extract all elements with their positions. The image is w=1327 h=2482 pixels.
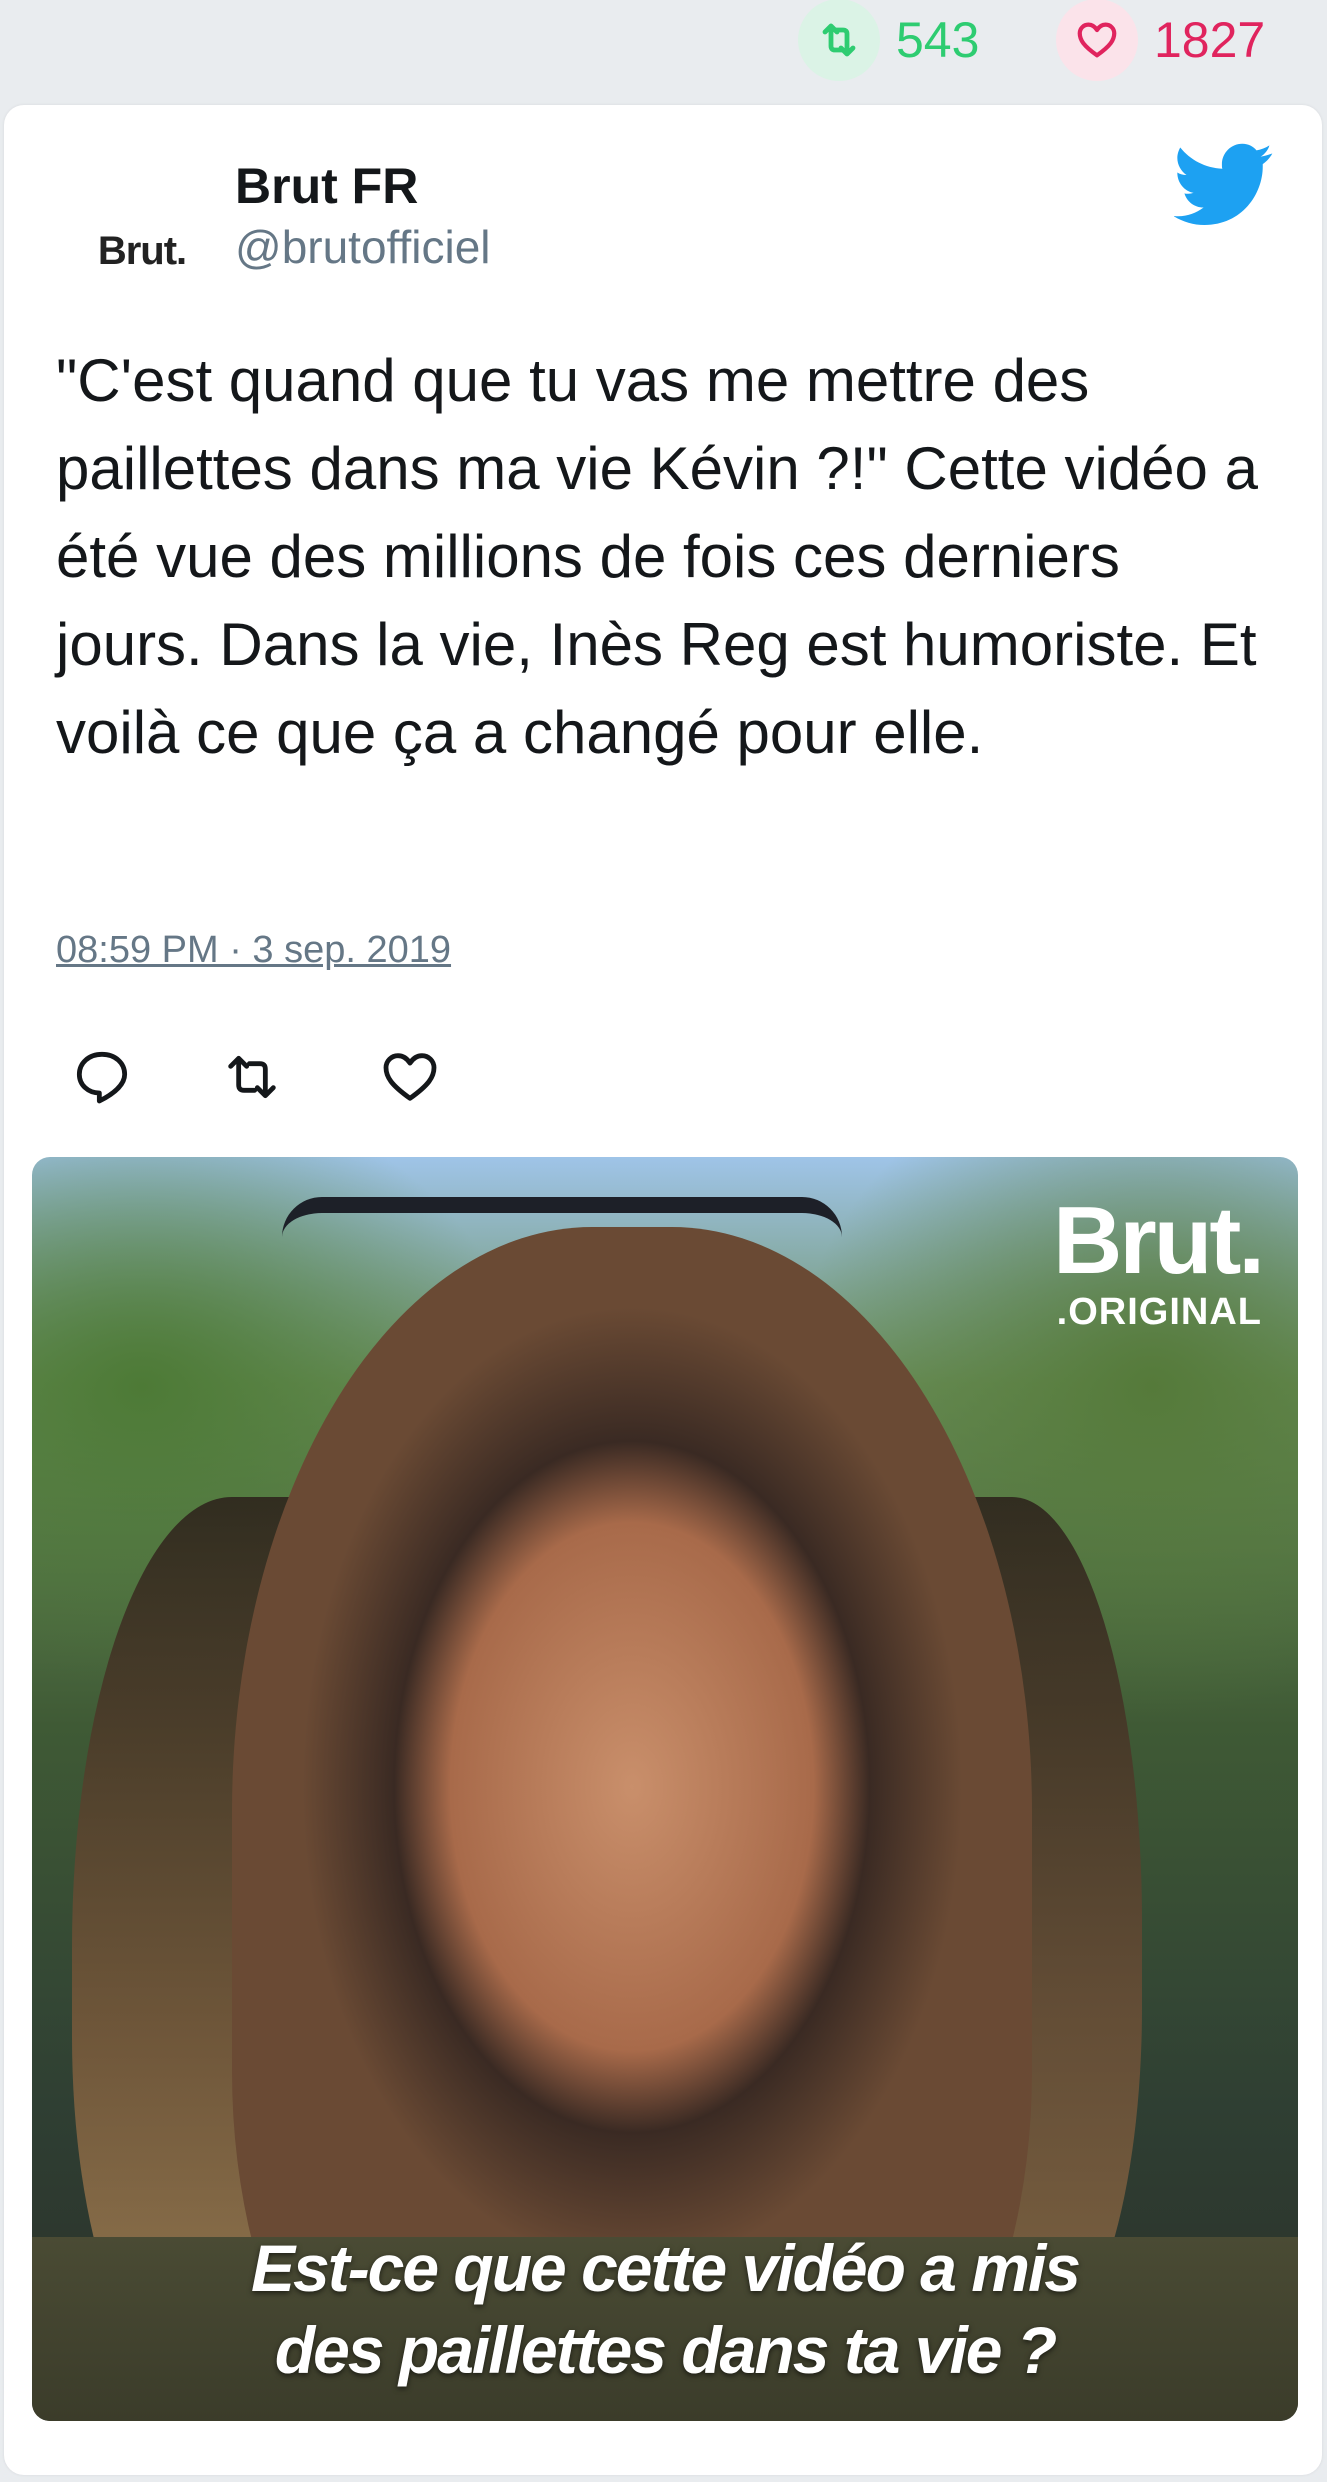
tweet-card: Brut. Brut FR @brutofficiel "C'est quand… — [4, 105, 1322, 2475]
tweet-text: "C'est quand que tu vas me mettre des pa… — [56, 347, 1258, 766]
reply-icon[interactable] — [70, 1045, 134, 1109]
brand-sub-text: .ORIGINAL — [1056, 1291, 1262, 1333]
retweet-action-icon[interactable] — [220, 1045, 284, 1109]
brut-original-logo: Brut. .ORIGINAL — [1053, 1187, 1265, 1333]
caption-line-2: des paillettes dans ta vie ? — [274, 2313, 1057, 2387]
avatar-logo: Brut. — [97, 228, 187, 273]
caption-line-1: Est-ce que cette vidéo a mis — [250, 2231, 1081, 2305]
retweet-stat[interactable]: 543 — [798, 0, 980, 81]
video-thumbnail[interactable]: Brut. .ORIGINAL Est-ce que cette vidéo a… — [32, 1157, 1298, 2421]
avatar[interactable]: Brut. — [80, 189, 204, 313]
like-count: 1827 — [1154, 12, 1266, 68]
retweet-count: 543 — [896, 12, 980, 68]
retweet-icon — [798, 0, 880, 81]
like-action-icon[interactable] — [378, 1045, 442, 1109]
heart-icon — [1056, 0, 1138, 81]
brand-logo-text: Brut. — [1053, 1187, 1265, 1294]
twitter-bird-icon[interactable] — [1174, 143, 1274, 227]
like-stat[interactable]: 1827 — [1056, 0, 1266, 81]
scene-sunglasses — [282, 1197, 842, 1293]
tweet-timestamp[interactable]: 08:59 PM · 3 sep. 2019 — [56, 929, 451, 972]
author-name[interactable]: Brut FR — [235, 157, 418, 215]
author-handle[interactable]: @brutofficiel — [235, 220, 491, 274]
engagement-stats: 543 1827 — [0, 0, 1327, 92]
video-caption: Est-ce que cette vidéo a mis des paillet… — [32, 2227, 1298, 2391]
